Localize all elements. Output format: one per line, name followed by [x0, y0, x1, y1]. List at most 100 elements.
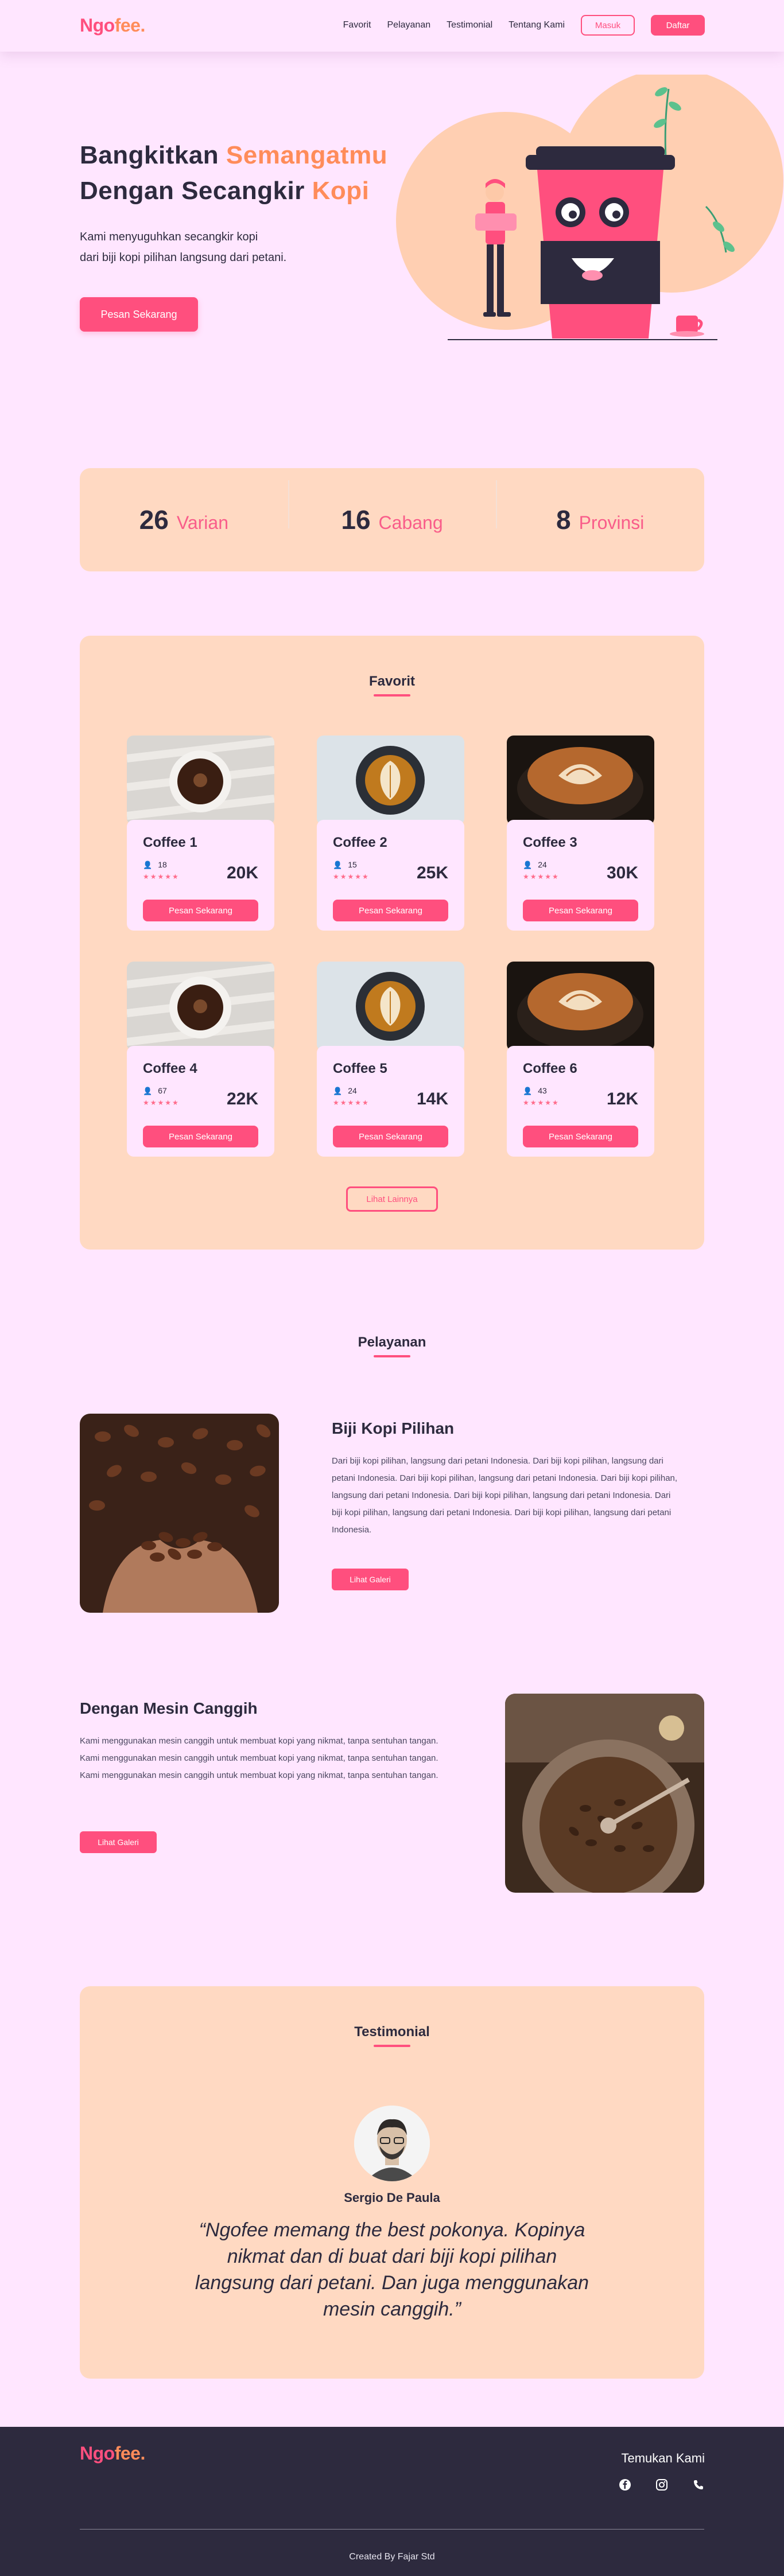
hero-title-accent1: Semangatmu [226, 141, 388, 169]
login-button[interactable]: Masuk [581, 15, 635, 36]
title-underline [374, 1355, 410, 1357]
coffee-latte-image [317, 962, 464, 1051]
product-likes-count: 43 [538, 1086, 547, 1095]
product-name: Coffee 3 [523, 835, 577, 850]
order-button[interactable]: Pesan Sekarang [333, 900, 448, 921]
brand-logo-part2: fee. [114, 2443, 146, 2464]
person-icon: 👤 [523, 861, 533, 869]
testimonial-author: Sergio De Paula [344, 2190, 440, 2205]
rating-stars: ★★★★★ [333, 873, 370, 881]
product-card: Coffee 1 👤 18 ★★★★★ 20K Pesan Sekarang [127, 736, 274, 931]
service-title: Biji Kopi Pilihan [332, 1419, 455, 1437]
hero-title-line1: Bangkitkan [80, 141, 226, 169]
product-name: Coffee 2 [333, 835, 387, 850]
product-card-body: Coffee 6 👤 43 ★★★★★ 12K Pesan Sekarang [507, 1046, 654, 1157]
product-likes: 👤 24 [333, 1086, 357, 1096]
coffee-cup-image [127, 736, 274, 825]
person-icon: 👤 [523, 1087, 533, 1095]
product-likes-count: 24 [538, 860, 547, 869]
service-description: Kami menggunakan mesin canggih untuk mem… [80, 1736, 438, 1780]
stat-provinsi: 8 Provinsi [496, 480, 704, 535]
stat-value: 16 [341, 505, 371, 535]
order-button[interactable]: Pesan Sekarang [143, 900, 258, 921]
instagram-icon[interactable] [655, 2478, 668, 2491]
product-likes: 👤 15 [333, 860, 357, 870]
product-price: 25K [416, 863, 448, 882]
brand-logo-part2: fee. [114, 15, 146, 36]
product-card: Coffee 5 👤 24 ★★★★★ 14K Pesan Sekarang [317, 962, 464, 1157]
social-links [595, 2478, 705, 2491]
coffee-cappuccino-image [507, 962, 654, 1051]
nav-link-testimonial[interactable]: Testimonial [447, 20, 492, 30]
product-price: 30K [606, 863, 638, 882]
product-card: Coffee 4 👤 67 ★★★★★ 22K Pesan Sekarang [127, 962, 274, 1157]
product-card-body: Coffee 1 👤 18 ★★★★★ 20K Pesan Sekarang [127, 820, 274, 931]
product-card: Coffee 3 👤 24 ★★★★★ 30K Pesan Sekarang [507, 736, 654, 931]
hero-order-button[interactable]: Pesan Sekarang [80, 297, 198, 332]
testimonial-section: Testimonial Sergio De Paula “Ngofee mema… [80, 1986, 704, 2379]
stat-value: 8 [556, 505, 571, 535]
rating-stars: ★★★★★ [143, 873, 180, 881]
order-button[interactable]: Pesan Sekarang [333, 1126, 448, 1147]
nav-link-pelayanan[interactable]: Pelayanan [387, 20, 431, 30]
product-name: Coffee 4 [143, 1061, 197, 1076]
product-price: 20K [226, 863, 258, 882]
nav-link-favorit[interactable]: Favorit [343, 20, 371, 30]
product-likes-count: 18 [158, 860, 167, 869]
gallery-button[interactable]: Lihat Galeri [80, 1831, 157, 1853]
coffee-cup-image [127, 962, 274, 1051]
product-name: Coffee 6 [523, 1061, 577, 1076]
product-card-body: Coffee 3 👤 24 ★★★★★ 30K Pesan Sekarang [507, 820, 654, 931]
testimonial-title-text: Testimonial [354, 2024, 430, 2040]
product-likes: 👤 43 [523, 1086, 547, 1096]
hero-title-accent2: Kopi [312, 177, 370, 205]
nav-link-tentang-kami[interactable]: Tentang Kami [509, 20, 565, 30]
hero-desc-line1: Kami menyuguhkan secangkir kopi [80, 231, 258, 243]
product-likes: 👤 24 [523, 860, 547, 870]
order-button[interactable]: Pesan Sekarang [523, 1126, 638, 1147]
product-price: 22K [226, 1089, 258, 1108]
see-more-button[interactable]: Lihat Lainnya [346, 1186, 438, 1212]
footer-brand-logo[interactable]: Ngofee. [80, 2443, 145, 2464]
title-underline [374, 694, 410, 696]
product-card: Coffee 6 👤 43 ★★★★★ 12K Pesan Sekarang [507, 962, 654, 1157]
order-button[interactable]: Pesan Sekarang [523, 900, 638, 921]
footer-divider [80, 2529, 704, 2530]
product-card-body: Coffee 4 👤 67 ★★★★★ 22K Pesan Sekarang [127, 1046, 274, 1157]
product-card-body: Coffee 5 👤 24 ★★★★★ 14K Pesan Sekarang [317, 1046, 464, 1157]
favorit-title: Favorit [80, 674, 704, 696]
product-card-body: Coffee 2 👤 15 ★★★★★ 25K Pesan Sekarang [317, 820, 464, 931]
person-icon: 👤 [143, 1087, 153, 1095]
roasting-machine-image [505, 1694, 704, 1893]
rating-stars: ★★★★★ [523, 873, 560, 881]
phone-icon[interactable] [692, 2478, 705, 2491]
stat-cabang: 16 Cabang [288, 480, 496, 535]
facebook-icon[interactable] [619, 2478, 631, 2491]
gallery-button[interactable]: Lihat Galeri [332, 1569, 409, 1590]
stat-value: 26 [139, 505, 169, 535]
stat-label: Provinsi [579, 512, 645, 533]
favorit-section: Favorit Coffee 1 👤 18 ★★★★★ 20K Pesan Sek… [80, 636, 704, 1250]
order-button[interactable]: Pesan Sekarang [143, 1126, 258, 1147]
product-price: 14K [416, 1089, 448, 1108]
navbar: Ngofee. Favorit Pelayanan Testimonial Te… [0, 0, 784, 52]
brand-logo-part1: Ngo [80, 2443, 115, 2464]
register-button[interactable]: Daftar [651, 15, 705, 36]
product-likes-count: 67 [158, 1086, 167, 1095]
testimonial-quote: “Ngofee memang the best pokonya. Kopinya… [195, 2219, 589, 2320]
pelayanan-title: Pelayanan [0, 1334, 784, 1357]
nav-links: Favorit Pelayanan Testimonial Tentang Ka… [327, 15, 705, 36]
brand-logo-part1: Ngo [80, 15, 115, 36]
pelayanan-title-text: Pelayanan [358, 1334, 426, 1350]
find-us-title: Temukan Kami [621, 2451, 705, 2465]
stats-panel: 26 Varian 16 Cabang 8 Provinsi [80, 468, 704, 571]
footer: Ngofee. Temukan Kami Created By Fajar St… [0, 2427, 784, 2576]
testimonial-title: Testimonial [80, 2024, 704, 2047]
person-icon: 👤 [143, 861, 153, 869]
hero-title: Bangkitkan Semangatmu Dengan Secangkir K… [80, 138, 387, 209]
product-name: Coffee 5 [333, 1061, 387, 1076]
brand-logo[interactable]: Ngofee. [80, 15, 145, 36]
title-underline [374, 2045, 410, 2047]
hero-title-line2: Dengan Secangkir [80, 177, 312, 205]
favorit-title-text: Favorit [368, 674, 415, 689]
